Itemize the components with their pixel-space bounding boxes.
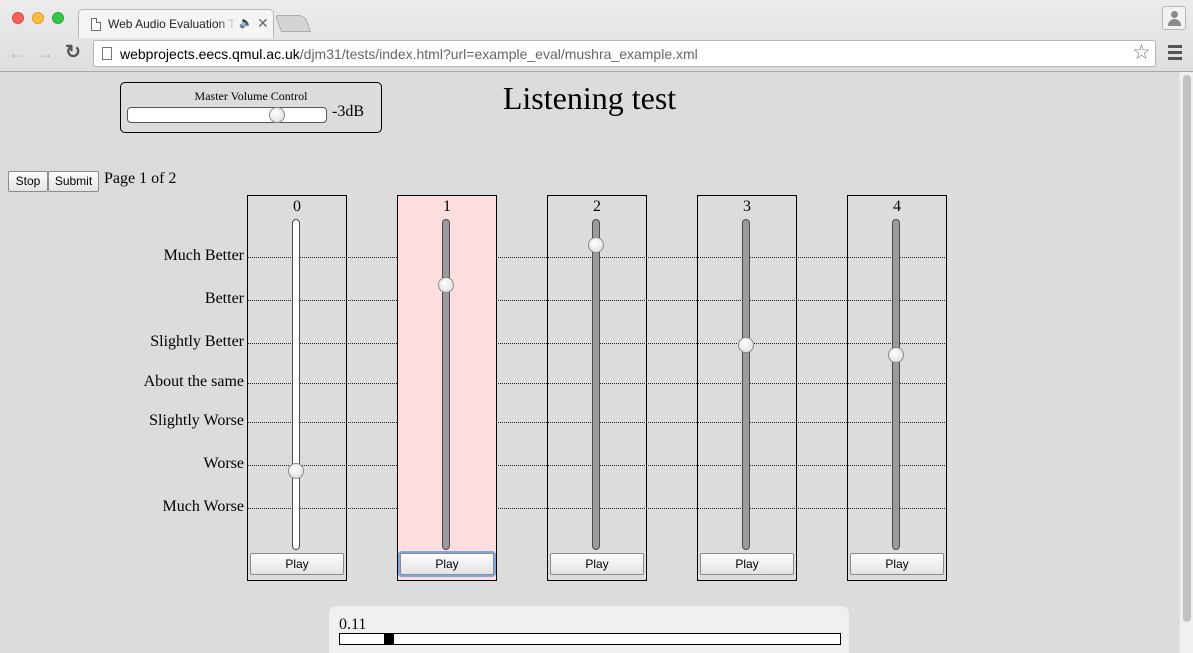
page-title-text: Listening test [502, 80, 677, 116]
scale-label: Much Better [163, 247, 244, 264]
browser-chrome: Web Audio Evaluation Tool 🔈 ✕ ← → ↻ webp… [0, 0, 1193, 72]
rating-slider-thumb[interactable] [888, 346, 904, 363]
volume-slider-track[interactable] [127, 107, 327, 123]
rating-slider-thumb[interactable] [588, 237, 604, 254]
volume-slider-thumb[interactable] [269, 107, 285, 123]
slider-box-3: 3 Play [697, 195, 797, 581]
volume-value: -3dB [332, 103, 364, 120]
play-button[interactable]: Play [550, 553, 644, 575]
star-icon[interactable]: ☆ [1132, 42, 1151, 64]
rating-slider-track[interactable] [442, 219, 450, 550]
rating-slider-track[interactable] [742, 219, 750, 550]
playback-panel: 0.11 [329, 606, 849, 653]
rating-slider-thumb[interactable] [738, 336, 754, 353]
url-text: webprojects.eecs.qmul.ac.uk/djm31/tests/… [120, 46, 698, 62]
play-button[interactable]: Play [850, 553, 944, 575]
stop-button[interactable]: Stop [8, 171, 48, 192]
url-host: webprojects.eecs.qmul.ac.uk [120, 46, 300, 62]
playback-progress-head[interactable] [384, 634, 395, 644]
page-icon [91, 18, 101, 31]
scale-label: About the same [143, 373, 244, 390]
back-arrow-icon[interactable]: ← [6, 42, 28, 64]
rating-slider-track[interactable] [892, 219, 900, 550]
slider-label: 3 [743, 198, 751, 215]
rating-slider-thumb[interactable] [438, 277, 454, 294]
slider-label: 2 [593, 198, 601, 215]
slider-label: 4 [893, 198, 901, 215]
scale-label: Much Worse [162, 498, 244, 515]
play-button[interactable]: Play [250, 553, 344, 575]
submit-button[interactable]: Submit [48, 171, 99, 192]
slider-label: 1 [443, 198, 451, 215]
playback-time: 0.11 [339, 616, 367, 633]
scrollbar[interactable] [1179, 72, 1193, 653]
slider-label: 0 [293, 198, 301, 215]
url-path: /djm31/tests/index.html?url=example_eval… [299, 46, 698, 62]
reload-icon[interactable]: ↻ [62, 42, 84, 64]
address-bar[interactable]: webprojects.eecs.qmul.ac.uk/djm31/tests/… [93, 40, 1156, 67]
speaker-icon[interactable]: 🔈 [239, 16, 253, 29]
close-icon[interactable]: ✕ [257, 15, 269, 32]
forward-arrow-icon[interactable]: → [34, 42, 56, 64]
play-button[interactable]: Play [700, 553, 794, 575]
master-volume-panel: Master Volume Control -3dB [120, 82, 382, 133]
menu-icon[interactable] [1168, 45, 1182, 61]
slider-box-4: 4 Play [847, 195, 947, 581]
minimize-window-button[interactable] [32, 12, 44, 24]
page-counter: Page 1 of 2 [104, 170, 177, 187]
tab-title: Web Audio Evaluation Tool [108, 17, 236, 31]
scale-label: Slightly Better [150, 333, 244, 350]
scale-label: Worse [203, 455, 244, 472]
slider-box-1: 1 Play [397, 195, 497, 581]
close-window-button[interactable] [12, 12, 24, 24]
browser-tab[interactable]: Web Audio Evaluation Tool 🔈 ✕ [78, 9, 274, 38]
play-button[interactable]: Play [398, 551, 496, 577]
rating-slider-track[interactable] [292, 219, 300, 550]
maximize-window-button[interactable] [52, 12, 64, 24]
slider-box-0: 0 Play [247, 195, 347, 581]
scrollbar-thumb[interactable] [1183, 75, 1191, 622]
scale-label: Slightly Worse [149, 412, 244, 429]
volume-label: Master Volume Control [194, 89, 308, 103]
profile-icon[interactable] [1162, 6, 1186, 30]
scale-label: Better [204, 290, 244, 307]
page-content: Listening test Master Volume Control -3d… [0, 72, 1179, 653]
playback-progress-track[interactable] [339, 633, 841, 645]
page-icon [102, 47, 112, 60]
slider-box-2: 2 Play [547, 195, 647, 581]
rating-slider-track[interactable] [592, 219, 600, 550]
new-tab-button[interactable] [274, 15, 312, 32]
rating-slider-thumb[interactable] [288, 462, 304, 479]
